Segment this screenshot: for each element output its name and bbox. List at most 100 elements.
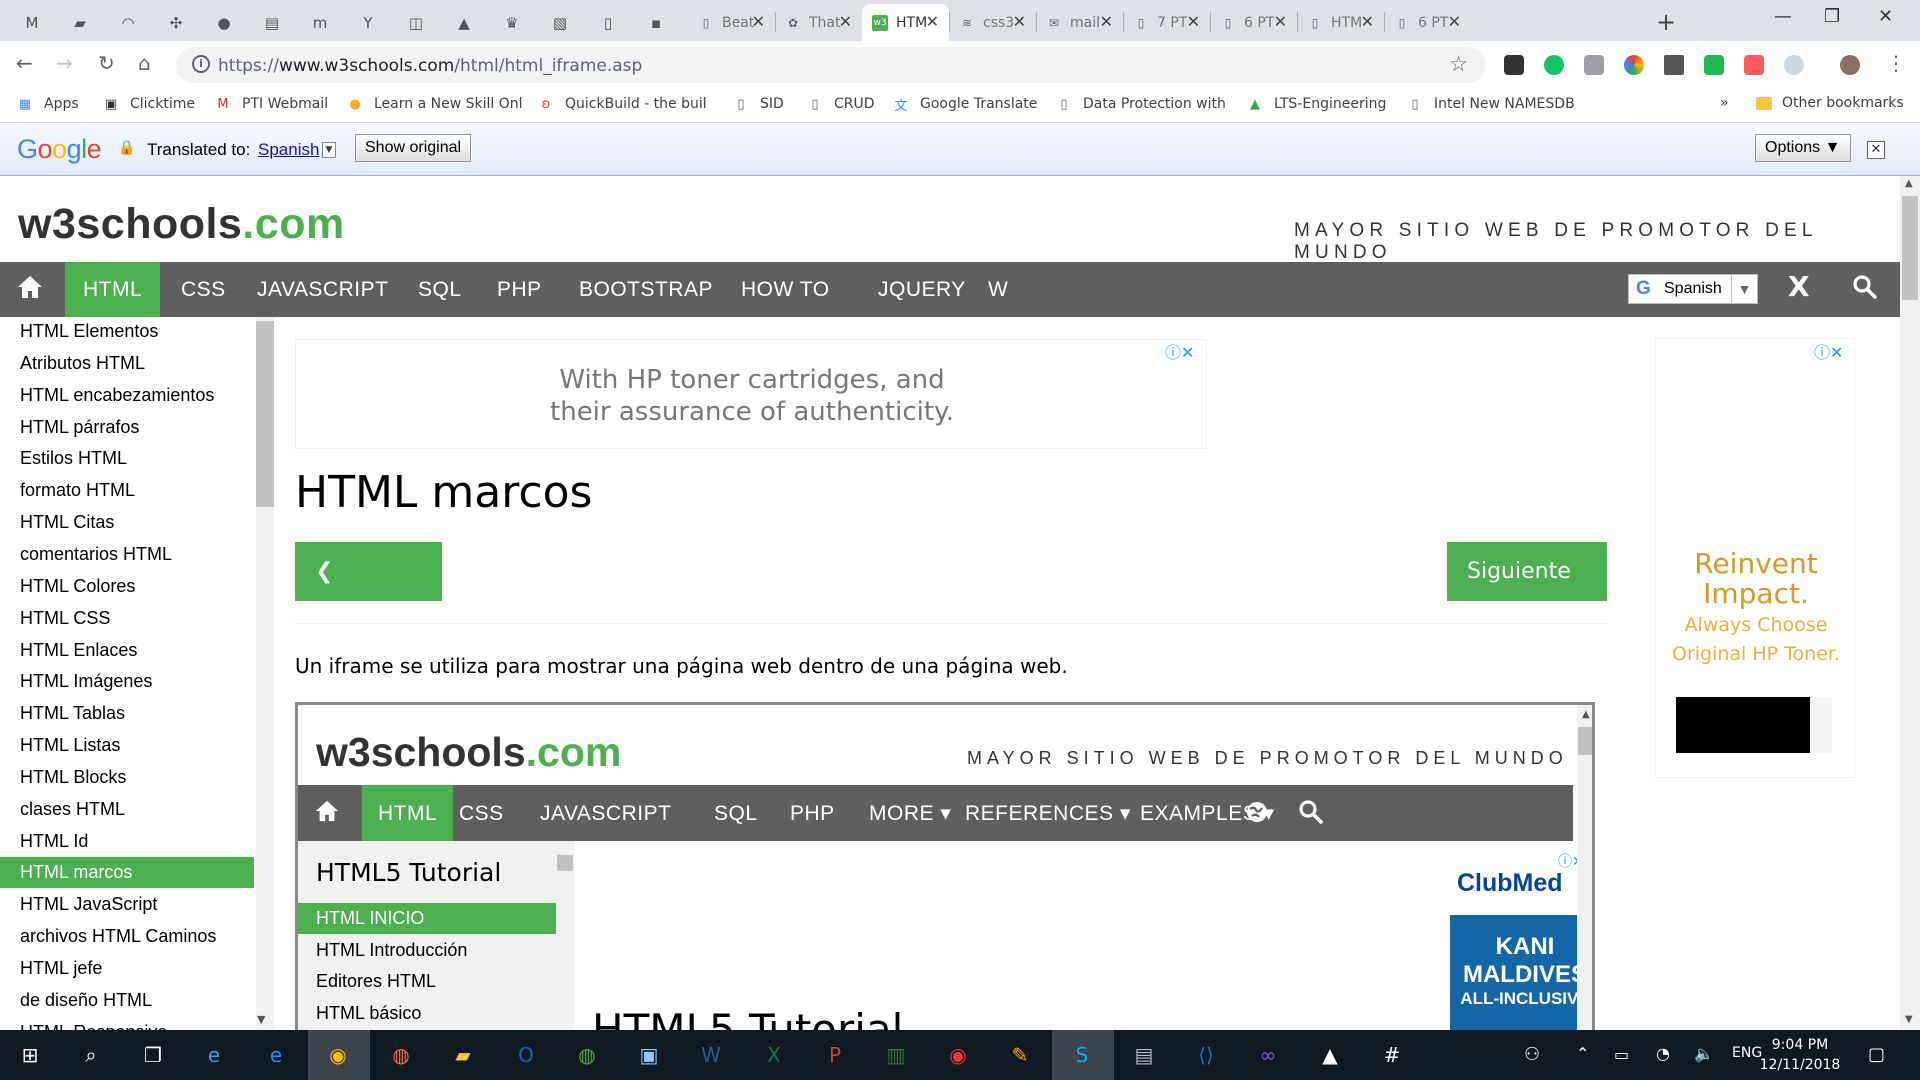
other-bookmarks-folder[interactable]: Other bookmarks xyxy=(1756,95,1904,111)
sidebar-link[interactable]: archivos HTML Caminos xyxy=(0,921,254,952)
sidebar-link[interactable]: HTML Blocks xyxy=(0,762,254,793)
remote-icon[interactable]: ▣ xyxy=(633,1039,665,1071)
tab-close-icon[interactable]: ✕ xyxy=(1361,12,1374,31)
top-ad-banner[interactable]: With HP toner cartridges, and their assur… xyxy=(295,339,1207,449)
sidebar-link[interactable]: HTML marcos xyxy=(0,857,254,889)
extension-color-icon[interactable] xyxy=(1624,55,1644,75)
sidebar-link[interactable]: HTML jefe xyxy=(0,953,254,984)
page-scroll-up-icon[interactable]: ▲ xyxy=(1905,178,1913,189)
pinned-tab-crown-icon[interactable]: ♛ xyxy=(494,4,530,41)
nav-item-w[interactable]: W xyxy=(970,262,1026,317)
nav-item-javascript[interactable]: JAVASCRIPT xyxy=(239,262,406,317)
extension-arrow-icon[interactable] xyxy=(1744,55,1764,75)
chrome-icon[interactable]: ◉ xyxy=(322,1039,354,1071)
pinned-tab-page-icon[interactable]: ▯ xyxy=(590,4,626,41)
sidebar-scroll-down-icon[interactable]: ▼ xyxy=(257,1013,265,1026)
sidebar-scroll-thumb[interactable] xyxy=(256,321,274,507)
sidebar-link[interactable]: HTML párrafos xyxy=(0,412,254,443)
translate-options-button[interactable]: Options ▼ xyxy=(1755,134,1851,162)
page-scroll-down-icon[interactable]: ▼ xyxy=(1905,1014,1913,1025)
right-adchoices-icon[interactable]: ⓘ✕ xyxy=(1814,339,1843,363)
close-window-button[interactable]: ✕ xyxy=(1878,6,1893,27)
nav-item-bootstrap[interactable]: BOOTSTRAP xyxy=(561,262,731,317)
pinned-tab-headset-icon[interactable]: ◠ xyxy=(110,4,146,41)
sidebar-link[interactable]: HTML Citas xyxy=(0,507,254,538)
browser-tab[interactable]: ✉ mail ✕ xyxy=(1036,4,1123,41)
people-icon[interactable]: ⚇ xyxy=(1524,1044,1540,1065)
sidebar-link[interactable]: HTML Colores xyxy=(0,571,254,602)
pinned-tab-drive-icon[interactable]: ▲ xyxy=(446,4,482,41)
sidebar-link[interactable]: de diseño HTML xyxy=(0,985,254,1016)
iframe-sidebar-link[interactable]: Editores HTML xyxy=(298,966,556,997)
sidebar-link[interactable]: clases HTML xyxy=(0,794,254,825)
nav-item-css[interactable]: CSS xyxy=(163,262,244,317)
bookmark-item[interactable]: ▲ LTS-Engineering xyxy=(1246,95,1386,113)
adchoices-icon[interactable]: ⓘ✕ xyxy=(1165,339,1194,363)
tab-close-icon[interactable]: ✕ xyxy=(926,12,939,31)
visual-studio-icon[interactable]: ∞ xyxy=(1252,1039,1284,1071)
sidebar-link[interactable]: HTML Listas xyxy=(0,730,254,761)
tab-close-icon[interactable]: ✕ xyxy=(839,12,852,31)
bookmark-item[interactable]: ʚ QuickBuild - the buil xyxy=(537,95,707,113)
iframe-sidebar-link[interactable]: HTML Introducción xyxy=(298,935,556,966)
sidebar-link[interactable]: HTML Id xyxy=(0,826,254,857)
chrome-alt-icon[interactable]: ◉ xyxy=(942,1039,974,1071)
grammarly-icon[interactable] xyxy=(1544,55,1564,75)
page-scroll-thumb[interactable] xyxy=(1902,196,1918,300)
browser-tab[interactable]: ✿ That ✕ xyxy=(775,4,862,41)
language-dropdown-icon[interactable]: ▼ xyxy=(322,142,336,158)
forward-button[interactable]: → xyxy=(56,51,73,75)
pinned-tab-m-icon[interactable]: m xyxy=(302,4,338,41)
start-icon[interactable]: ⊞ xyxy=(14,1039,46,1071)
pinned-tab-puzzle-icon[interactable]: ✣ xyxy=(158,4,194,41)
iframe-sidebar-scroll-thumb[interactable] xyxy=(557,855,573,871)
vm-icon[interactable]: ▤ xyxy=(1128,1039,1160,1071)
home-icon[interactable] xyxy=(16,274,46,304)
bookmark-item[interactable]: ▯ Intel New NAMESDB xyxy=(1406,95,1574,113)
tab-close-icon[interactable]: ✕ xyxy=(1274,12,1287,31)
url-text[interactable]: https://www.w3schools.com/html/html_ifra… xyxy=(218,56,642,76)
powerpoint-icon[interactable]: P xyxy=(819,1039,851,1071)
maximize-button[interactable]: ❐ xyxy=(1824,6,1840,27)
sidebar-link[interactable]: Atributos HTML xyxy=(0,348,254,379)
browser-tab[interactable]: ▯ 7 PT ✕ xyxy=(1123,4,1210,41)
iframe-scroll-thumb[interactable] xyxy=(1578,727,1592,755)
pinned-tab-y-icon[interactable]: Y xyxy=(350,4,386,41)
iframe-site-logo[interactable]: w3schools.com xyxy=(316,729,621,776)
iframe-sidebar-link[interactable]: HTML INICIO xyxy=(298,903,556,934)
translate-language-select[interactable]: G Spanish ▼ xyxy=(1628,274,1758,304)
iframe-nav-item[interactable]: JAVASCRIPT xyxy=(524,785,687,841)
sidebar-link[interactable]: HTML encabezamientos xyxy=(0,380,254,411)
search-icon[interactable] xyxy=(1852,274,1878,304)
volume-icon[interactable]: 🔈 xyxy=(1694,1044,1714,1063)
globe-icon[interactable]: ◍ xyxy=(571,1039,603,1071)
nav-item-how-to[interactable]: HOW TO xyxy=(723,262,848,317)
iframe-search-icon[interactable] xyxy=(1298,799,1324,829)
new-tab-button[interactable]: + xyxy=(1656,8,1676,36)
bookmark-item[interactable]: ▣ Clicktime xyxy=(102,95,195,113)
word-icon[interactable]: W xyxy=(695,1039,727,1071)
page-scrollbar[interactable] xyxy=(1900,176,1920,1030)
extension-checklist-icon[interactable] xyxy=(1504,55,1524,75)
system-clock[interactable]: 9:04 PM 12/11/2018 xyxy=(1752,1035,1848,1075)
task-view-icon[interactable]: ❐ xyxy=(137,1039,169,1071)
pinned-tab-panel-icon[interactable]: ◫ xyxy=(398,4,434,41)
battery-icon[interactable]: ▭ xyxy=(1614,1045,1629,1064)
extension-megaphone-icon[interactable] xyxy=(1664,55,1684,75)
clubmed-ad-logo[interactable]: ClubMed xyxy=(1457,869,1563,898)
ie-icon[interactable]: e xyxy=(198,1039,230,1071)
address-bar[interactable]: i https://www.w3schools.com/html/html_if… xyxy=(176,47,1486,83)
outlook-icon[interactable]: O xyxy=(510,1039,542,1071)
translate-language-link[interactable]: Spanish xyxy=(258,140,319,160)
tab-close-icon[interactable]: ✕ xyxy=(1187,12,1200,31)
iframe-nav-item[interactable]: HTML xyxy=(362,785,454,841)
show-original-button[interactable]: Show original xyxy=(355,134,472,162)
bookmark-item[interactable]: ▯ Data Protection with xyxy=(1055,95,1225,113)
close-translate-bar-icon[interactable]: ✕ xyxy=(1867,141,1885,159)
clubmed-ad-banner[interactable]: KANI MALDIVES ALL-INCLUSIVE xyxy=(1450,915,1592,1030)
sidebar-link[interactable]: HTML CSS xyxy=(0,603,254,634)
sidebar-link[interactable]: formato HTML xyxy=(0,475,254,506)
tab-close-icon[interactable]: ✕ xyxy=(752,12,765,31)
iframe-sidebar-link[interactable]: HTML básico xyxy=(298,998,556,1029)
nav-item-html[interactable]: HTML xyxy=(65,262,161,317)
